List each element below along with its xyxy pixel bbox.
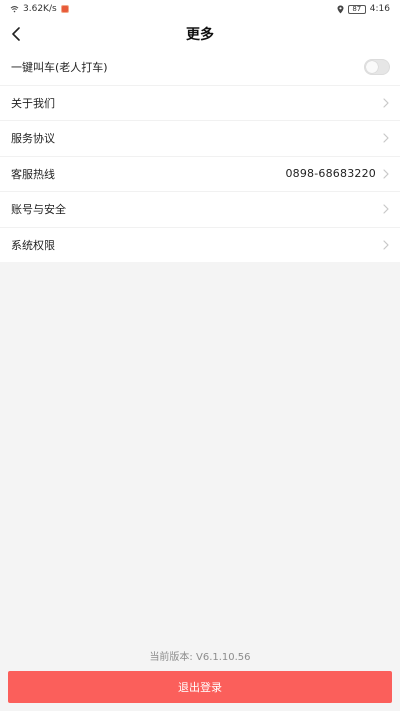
hotline-right: 0898-68683220	[285, 167, 390, 180]
menu-item-label: 一键叫车(老人打车)	[11, 61, 108, 75]
logout-button[interactable]: 退出登录	[8, 671, 392, 703]
menu-item-about-us[interactable]: 关于我们	[0, 86, 400, 121]
menu-item-account-security[interactable]: 账号与安全	[0, 192, 400, 228]
menu-item-system-permissions[interactable]: 系统权限	[0, 228, 400, 264]
chevron-right-icon	[383, 240, 389, 250]
title-bar: 更多	[0, 18, 400, 50]
menu-item-customer-hotline[interactable]: 客服热线 0898-68683220	[0, 157, 400, 192]
page-title: 更多	[186, 27, 214, 43]
location-icon	[337, 5, 344, 13]
toggle-knob	[366, 61, 378, 74]
menu-item-service-agreement[interactable]: 服务协议	[0, 121, 400, 157]
menu-item-label: 关于我们	[11, 96, 55, 110]
app-notification-icon	[60, 5, 69, 13]
battery-icon: 87	[347, 4, 366, 14]
wifi-icon	[10, 6, 19, 13]
chevron-right-icon	[383, 133, 389, 143]
network-speed: 3.62K/s	[23, 4, 57, 14]
menu-item-label: 客服热线	[11, 167, 55, 181]
elder-call-toggle[interactable]	[364, 59, 390, 76]
chevron-left-icon	[12, 27, 20, 41]
menu-item-label: 服务协议	[11, 132, 55, 146]
status-bar: 3.62K/s 87 4:16	[0, 0, 400, 18]
back-button[interactable]	[4, 22, 28, 46]
battery-level: 87	[352, 4, 362, 13]
hotline-number: 0898-68683220	[285, 167, 376, 181]
menu-item-elder-call: 一键叫车(老人打车)	[0, 50, 400, 86]
menu-item-label: 系统权限	[11, 239, 55, 253]
chevron-right-icon	[383, 169, 389, 179]
version-text: 当前版本: V6.1.10.56	[149, 652, 251, 663]
menu-item-label: 账号与安全	[11, 203, 66, 217]
settings-list: 一键叫车(老人打车) 关于我们 服务协议 客服热线 0898-68683220 …	[0, 50, 400, 262]
chevron-right-icon	[383, 98, 389, 108]
chevron-right-icon	[383, 204, 389, 214]
status-bar-right: 87 4:16	[337, 4, 390, 14]
status-time: 4:16	[369, 4, 390, 14]
status-bar-left: 3.62K/s	[10, 4, 69, 14]
